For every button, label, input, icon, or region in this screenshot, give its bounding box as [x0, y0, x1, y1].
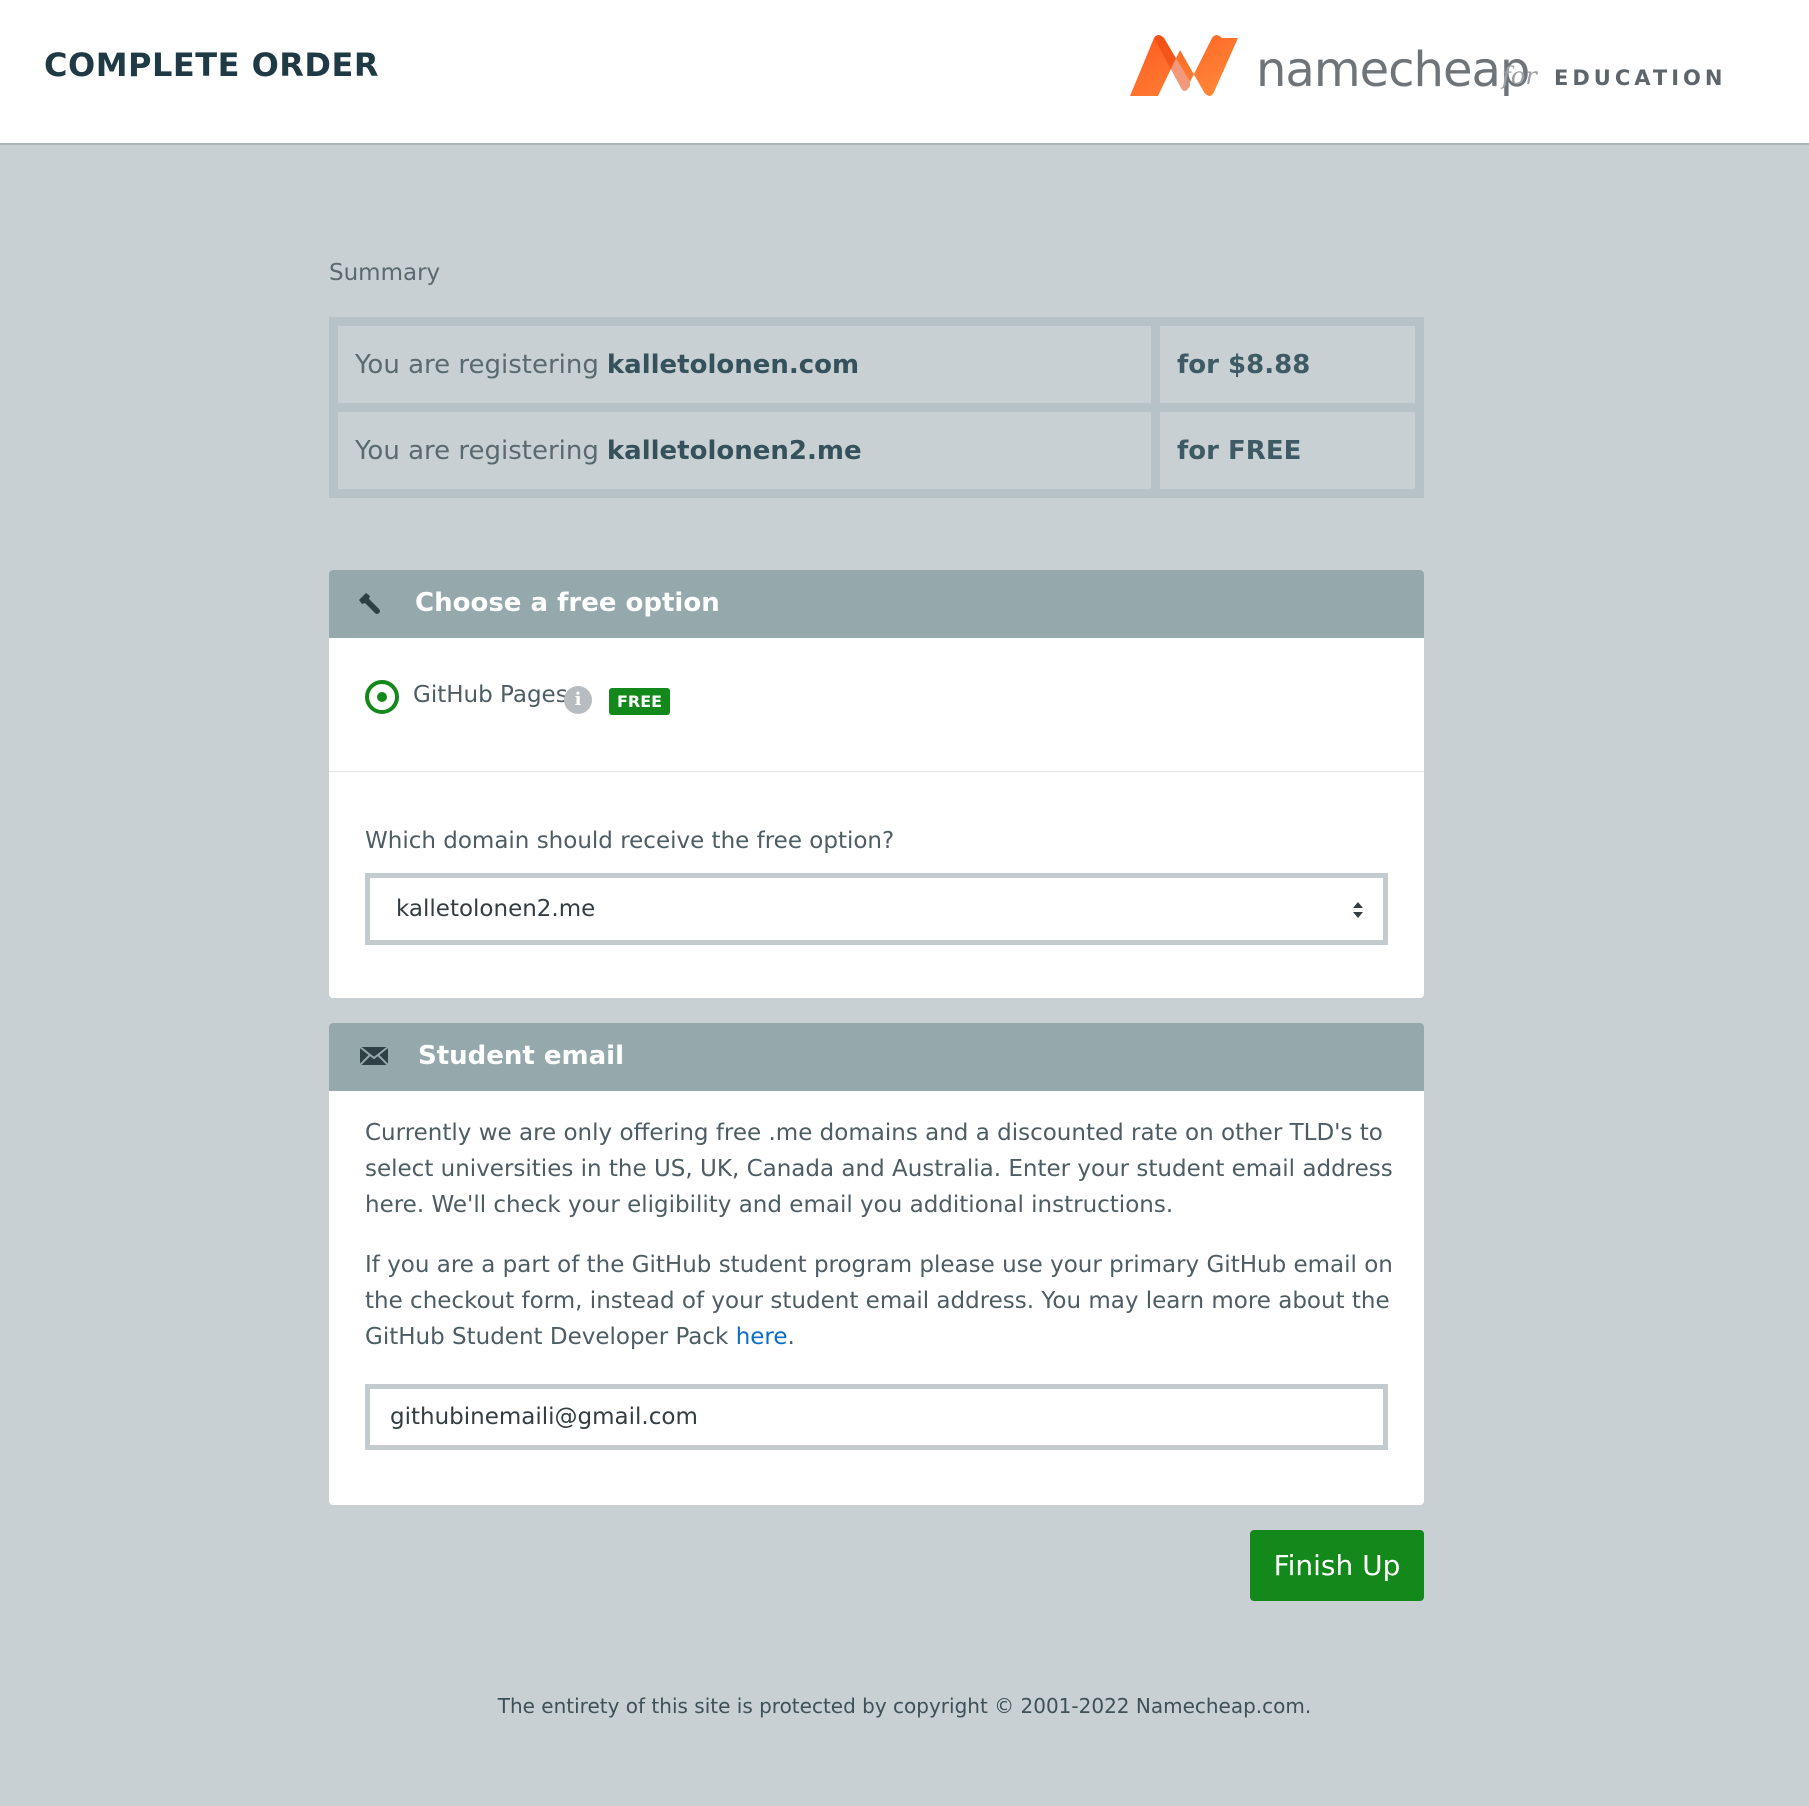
free-option-header: Choose a free option: [329, 570, 1424, 638]
github-program-text-body: If you are a part of the GitHub student …: [365, 1252, 1393, 1350]
summary-price: for $8.88: [1160, 326, 1415, 403]
domain-select-value: kalletolonen2.me: [396, 896, 596, 922]
summary-domain-cell: You are registering kalletolonen2.me: [338, 412, 1151, 489]
summary-prefix: You are registering: [355, 435, 599, 466]
github-program-text-end: .: [787, 1324, 795, 1350]
summary-row: You are registering kalletolonen2.me for…: [338, 412, 1415, 489]
brand-education: EDUCATION: [1554, 66, 1727, 90]
free-option-title: Choose a free option: [415, 588, 720, 618]
wrench-icon: [359, 593, 380, 614]
envelope-icon: [359, 1046, 389, 1066]
github-program-text: If you are a part of the GitHub student …: [365, 1247, 1395, 1355]
domain-question-label: Which domain should receive the free opt…: [365, 828, 895, 854]
developer-pack-link[interactable]: here: [736, 1324, 788, 1350]
finish-up-button[interactable]: Finish Up: [1250, 1530, 1424, 1601]
eligibility-text: Currently we are only offering free .me …: [365, 1120, 1393, 1218]
namecheap-logo-icon: [1130, 35, 1238, 96]
student-email-panel: Student email Currently we are only offe…: [329, 1023, 1424, 1505]
student-email-title: Student email: [418, 1041, 624, 1071]
summary-domain: kalletolonen.com: [606, 349, 860, 380]
summary-prefix: You are registering: [355, 349, 599, 380]
summary-price: for FREE: [1160, 412, 1415, 489]
domain-select[interactable]: kalletolonen2.me: [365, 873, 1388, 945]
github-pages-radio[interactable]: [365, 680, 399, 714]
summary-table: You are registering kalletolonen.com for…: [329, 317, 1424, 498]
summary-domain-cell: You are registering kalletolonen.com: [338, 326, 1151, 403]
free-badge: FREE: [609, 688, 671, 715]
info-icon[interactable]: i: [564, 686, 592, 714]
page-title: COMPLETE ORDER: [44, 46, 379, 84]
student-email-input[interactable]: [365, 1384, 1388, 1450]
brand-for: for: [1502, 62, 1537, 90]
sort-arrows-icon: [1353, 902, 1363, 918]
free-option-panel: Choose a free option GitHub Pages i FREE…: [329, 570, 1424, 998]
summary-label: Summary: [329, 260, 441, 286]
summary-domain: kalletolonen2.me: [606, 435, 862, 466]
copyright-footer: The entirety of this site is protected b…: [497, 1694, 1312, 1718]
github-pages-label: GitHub Pages: [413, 682, 568, 708]
github-pages-option[interactable]: GitHub Pages i FREE: [329, 638, 1424, 772]
top-bar: COMPLETE ORDER namecheap for EDUCATION: [0, 0, 1809, 145]
brand-name: namecheap: [1256, 42, 1530, 98]
student-email-header: Student email: [329, 1023, 1424, 1091]
summary-row: You are registering kalletolonen.com for…: [338, 326, 1415, 403]
